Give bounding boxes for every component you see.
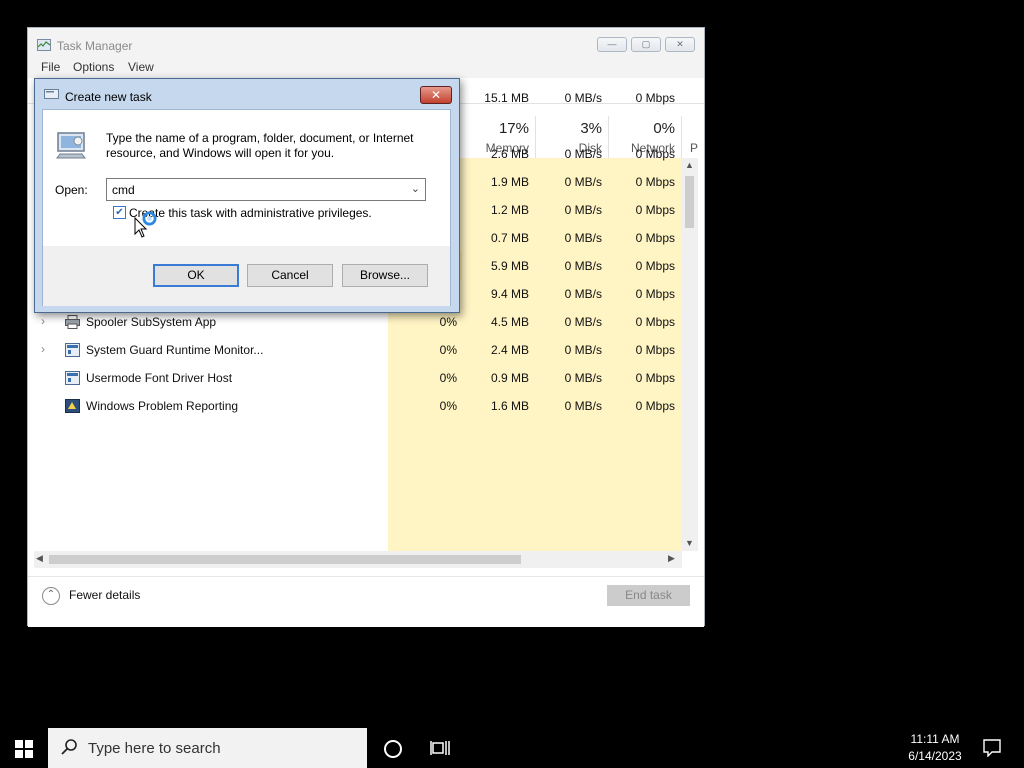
table-row[interactable]: › System Guard Runtime Monitor... 0% 2.4 MB… [29,336,682,364]
cpu-cell: 0% [439,371,457,385]
memory-cell: 1.6 MB [490,399,529,413]
network-cell: 0 Mbps [635,147,675,161]
disk-cell: 0 MB/s [564,315,602,329]
dialog-description: Type the name of a program, folder, docu… [106,131,414,160]
network-cell: 0 Mbps [635,91,675,105]
busy-spinner-icon [142,211,157,226]
expand-chevron-icon[interactable]: › [41,314,45,328]
service-icon [65,343,80,357]
fewer-details-label: Fewer details [69,588,141,602]
network-cell: 0 Mbps [635,315,675,329]
network-cell: 0 Mbps [635,259,675,273]
cpu-cell: 0% [439,315,457,329]
disk-cell: 0 MB/s [564,371,602,385]
network-cell: 0 Mbps [635,399,675,413]
memory-cell: 9.4 MB [490,287,529,301]
disk-cell: 0 MB/s [564,287,602,301]
close-button[interactable]: ✕ [665,37,695,52]
vertical-scroll-thumb[interactable] [685,176,694,228]
browse-button[interactable]: Browse... [342,264,428,287]
power-label: P [690,141,699,155]
disk-cell: 0 MB/s [564,231,602,245]
disk-cell: 0 MB/s [564,259,602,273]
open-combobox[interactable]: cmd ⌄ [106,178,426,201]
disk-cell: 0 MB/s [564,147,602,161]
cpu-cell: 0% [439,399,457,413]
search-icon [61,739,77,755]
maximize-button[interactable]: ▢ [631,37,661,52]
memory-cell: 4.5 MB [490,315,529,329]
service-icon [65,371,80,385]
expand-chevron-icon[interactable]: › [41,342,45,356]
memory-cell: 0.9 MB [490,371,529,385]
process-name: Spooler SubSystem App [86,315,217,329]
network-cell: 0 Mbps [635,287,675,301]
dialog-body: Type the name of a program, folder, docu… [42,109,451,306]
memory-cell: 2.4 MB [490,343,529,357]
dialog-title: Create new task [65,90,152,104]
disk-cell: 0 MB/s [564,175,602,189]
table-row[interactable]: Windows Problem Reporting 0% 1.6 MB 0 MB/s 0… [29,392,682,420]
scroll-right-icon[interactable]: ▶ [668,553,675,564]
run-small-icon [44,89,59,99]
chevron-down-icon[interactable]: ⌄ [411,182,420,195]
printer-icon [65,315,80,329]
scroll-up-icon[interactable]: ▲ [685,160,694,170]
process-name: System Guard Runtime Monitor... [86,343,264,357]
search-placeholder: Type here to search [88,740,221,757]
task-manager-icon [37,39,51,51]
horizontal-scrollbar[interactable]: ◀ ▶ [34,551,682,568]
footer: ⌃ Fewer details End task [28,576,704,627]
memory-cell: 0.7 MB [490,231,529,245]
memory-cell: 5.9 MB [490,259,529,273]
taskbar-search-box[interactable]: Type here to search [48,728,367,768]
notification-icon[interactable] [983,739,1001,757]
clock-date[interactable]: 6/14/2023 [905,749,965,763]
title-bar[interactable]: Task Manager — ▢ ✕ [28,28,704,58]
network-cell: 0 Mbps [635,343,675,357]
open-label: Open: [55,183,88,197]
process-name: Usermode Font Driver Host [86,371,233,385]
end-task-button[interactable]: End task [607,585,690,606]
task-view-icon[interactable] [430,739,450,757]
windows-start-icon[interactable] [15,740,33,758]
admin-privileges-checkbox[interactable]: ✔ [113,206,126,219]
table-row[interactable]: Usermode Font Driver Host 0% 0.9 MB 0 MB/s 0… [29,364,682,392]
horizontal-scroll-thumb[interactable] [49,555,521,564]
run-program-icon [56,132,86,159]
ok-button[interactable]: OK [153,264,239,287]
admin-privileges-label[interactable]: Create this task with administrative pri… [129,206,372,220]
window-title: Task Manager [57,39,133,53]
network-cell: 0 Mbps [635,175,675,189]
process-name: Windows Problem Reporting [86,399,239,413]
create-new-task-dialog: Create new task ✕ Type the name of a pro… [34,78,460,313]
cpu-cell: 0% [439,343,457,357]
network-cell: 0 Mbps [635,203,675,217]
memory-cell: 15.1 MB [484,91,529,105]
minimize-button[interactable]: — [597,37,627,52]
memory-cell: 1.9 MB [490,175,529,189]
open-input-value[interactable]: cmd [112,183,135,197]
chevron-up-circle-icon: ⌃ [42,587,60,605]
scroll-left-icon[interactable]: ◀ [36,553,43,564]
dialog-close-button[interactable]: ✕ [420,86,452,104]
taskbar: Type here to search 11:11 AM 6/14/2023 [0,728,1024,768]
memory-cell: 2.6 MB [490,147,529,161]
disk-cell: 0 MB/s [564,203,602,217]
disk-cell: 0 MB/s [564,399,602,413]
disk-cell: 0 MB/s [564,91,602,105]
network-cell: 0 Mbps [635,371,675,385]
memory-cell: 1.2 MB [490,203,529,217]
disk-cell: 0 MB/s [564,343,602,357]
clock-time[interactable]: 11:11 AM [905,732,965,746]
cancel-button[interactable]: Cancel [247,264,333,287]
problem-reporting-icon [65,399,80,413]
vertical-scrollbar[interactable]: ▲ ▼ [681,158,698,551]
network-cell: 0 Mbps [635,231,675,245]
cortana-icon[interactable] [384,740,402,758]
scroll-down-icon[interactable]: ▼ [685,538,694,548]
